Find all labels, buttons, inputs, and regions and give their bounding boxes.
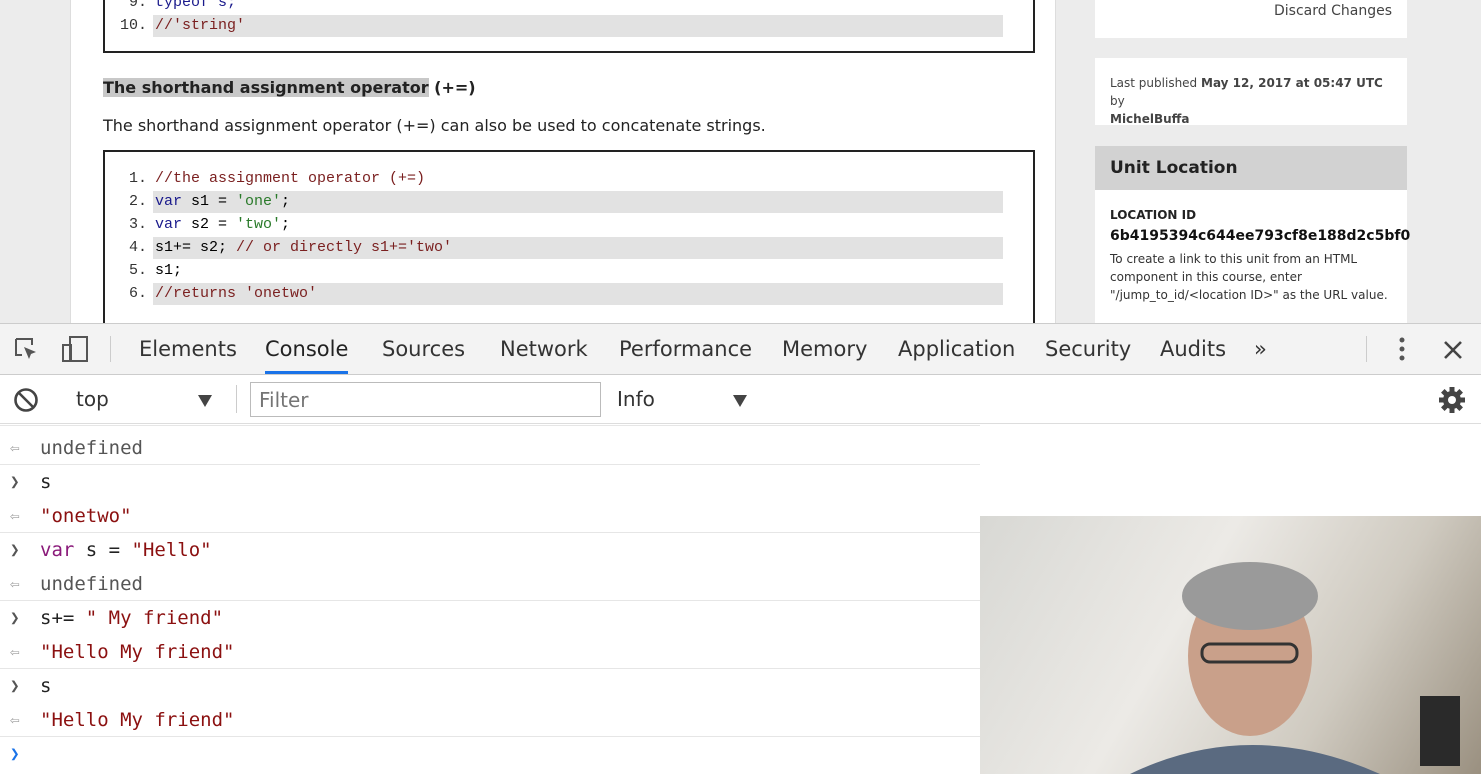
tab-memory[interactable]: Memory (782, 324, 867, 374)
unit-location-card: Unit Location LOCATION ID 6b4195394c644e… (1095, 146, 1411, 323)
filter-input[interactable] (250, 382, 601, 417)
code-line: 1.//the assignment operator (+=) (128, 170, 426, 187)
tab-application[interactable]: Application (898, 324, 1015, 374)
console-input-line: ❯ var s = "Hello" (0, 533, 980, 567)
result-arrow-icon: ⇦ (10, 438, 20, 457)
main-content: 9. typeof s; 10.//'string' The shorthand … (70, 0, 1056, 323)
code-block: 1.//the assignment operator (+=) 2. var s1… (103, 150, 1035, 323)
code-token: ; (281, 193, 291, 210)
code-line: 4. s1+= s2; // or directly s1+='two' (105, 237, 1003, 259)
devtools-toolbar: Elements Console Sources Network Performance… (0, 324, 1481, 375)
location-id-label: LOCATION ID (1110, 208, 1197, 222)
tab-sources[interactable]: Sources (382, 324, 465, 374)
location-help: To create a link to this unit from an HT… (1110, 252, 1388, 302)
chevron-down-icon (733, 395, 747, 407)
publish-info: Last published May 12, 2017 at 05:47 UTC… (1095, 58, 1407, 126)
console-result-line: ⇦ "Hello My friend" (0, 635, 980, 669)
result-arrow-icon: ⇦ (10, 710, 20, 729)
code-token: //returns 'onetwo' (155, 285, 318, 302)
clear-console-icon[interactable] (13, 387, 39, 413)
prompt-chevron-icon: ❯ (10, 744, 20, 763)
code-block-previous: 9. typeof s; 10.//'string' (103, 0, 1035, 53)
chevron-right-icon: ❯ (10, 472, 20, 491)
section-heading: The shorthand assignment operator (+=) (103, 78, 476, 97)
console-input-line: ❯ s+= " My friend" (0, 601, 980, 635)
divider (236, 385, 237, 413)
code-token: s1; (155, 262, 183, 279)
divider (110, 336, 111, 362)
code-token: s2 = (182, 216, 237, 233)
code-token: " My friend" (85, 607, 224, 629)
chevron-down-icon (198, 395, 212, 407)
code-token: 'one' (236, 193, 282, 210)
code-line: 5. s1; (128, 262, 183, 279)
gear-icon[interactable] (1438, 386, 1466, 414)
code-line: 6.//returns 'onetwo' (105, 283, 1003, 305)
console-input-line: ❯ s (0, 465, 980, 499)
chevron-right-icon: ❯ (10, 676, 20, 695)
paragraph: The shorthand assignment operator (+=) c… (103, 116, 766, 135)
tab-console[interactable]: Console (265, 324, 349, 374)
console-result-line: ⇦ "Hello My friend" (0, 703, 980, 737)
tab-network[interactable]: Network (500, 324, 588, 374)
console-input-line: ❯ s (0, 669, 980, 703)
location-id: 6b4195394c644ee793cf8e188d2c5bf0 (1110, 228, 1411, 244)
code-token: // or directly s1+='two' (236, 239, 453, 256)
console-result-line: ⇦ undefined (0, 431, 980, 465)
code-line: 2. var s1 = 'one'; (105, 191, 1003, 213)
tab-elements[interactable]: Elements (139, 324, 237, 374)
code-token: 'two' (236, 216, 282, 233)
discard-changes-link[interactable]: Discard Changes (1274, 3, 1392, 19)
code-line: 3. var s2 = 'two'; (128, 216, 291, 233)
kebab-menu-icon[interactable] (1396, 337, 1408, 363)
inspect-element-icon[interactable] (13, 336, 39, 362)
code-token: s = (74, 539, 132, 561)
context-select[interactable]: top (60, 375, 220, 423)
more-tabs-button[interactable]: » (1254, 324, 1267, 374)
code-token: var (155, 216, 183, 233)
console-result-line: ⇦ undefined (0, 567, 980, 601)
code-token: s1+= s2; (155, 239, 237, 256)
course-page: 9. typeof s; 10.//'string' The shorthand … (0, 0, 1481, 323)
divider (1366, 336, 1367, 362)
result-arrow-icon: ⇦ (10, 506, 20, 525)
divider (0, 425, 980, 426)
code-line: 10.//'string' (105, 15, 1003, 37)
tab-performance[interactable]: Performance (619, 324, 752, 374)
tab-audits[interactable]: Audits (1160, 324, 1226, 374)
tab-security[interactable]: Security (1045, 324, 1131, 374)
code-line: 9. typeof s; (128, 0, 237, 11)
code-token: "Hello" (131, 539, 212, 561)
code-token: var (155, 193, 183, 210)
log-level-select[interactable]: Info (605, 375, 755, 423)
code-token: //the assignment operator (+=) (155, 170, 426, 187)
chevron-right-icon: ❯ (10, 608, 20, 627)
console-filter-bar: top Info (0, 375, 1481, 424)
code-token: s+= (40, 607, 86, 629)
console-prompt[interactable]: ❯ (0, 737, 980, 771)
result-arrow-icon: ⇦ (10, 574, 20, 593)
code-token: ; (281, 216, 291, 233)
publish-card: Discard Changes (1095, 0, 1407, 38)
unit-location-title: Unit Location (1095, 146, 1407, 190)
console-result-line: ⇦ "onetwo" (0, 499, 980, 533)
device-toolbar-icon[interactable] (60, 335, 90, 363)
close-icon[interactable] (1442, 339, 1464, 361)
webcam-video-overlay (980, 516, 1481, 774)
code-token: s1 = (182, 193, 237, 210)
result-arrow-icon: ⇦ (10, 642, 20, 661)
code-token: var (40, 539, 75, 561)
chevron-right-icon: ❯ (10, 540, 20, 559)
